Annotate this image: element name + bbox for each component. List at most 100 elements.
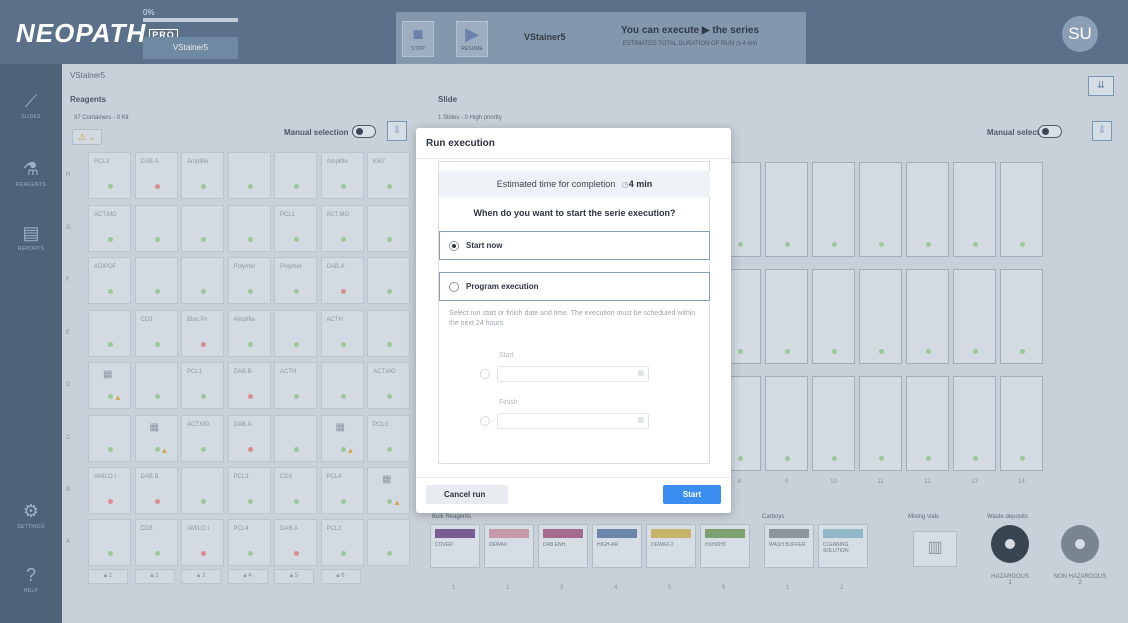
rack-lock[interactable]: 🔒︎ 1 [88, 569, 128, 584]
slide-slot[interactable] [859, 376, 902, 471]
reagent-slot[interactable] [181, 467, 224, 514]
slide-slot[interactable] [906, 376, 949, 471]
expand-button[interactable]: ⇊ [1088, 76, 1114, 96]
waste-container[interactable] [991, 525, 1029, 563]
reagent-slot[interactable]: ▦ ▲ [88, 362, 131, 409]
reagents-manual-toggle[interactable] [352, 125, 376, 138]
reagent-slot[interactable] [134, 362, 178, 409]
reagent-slot[interactable] [227, 152, 271, 199]
reagent-slot[interactable]: Amplifie [181, 152, 224, 199]
slide-slot[interactable] [906, 269, 949, 364]
slide-slot[interactable] [859, 162, 902, 257]
reagent-slot[interactable]: Bloc.Px [181, 310, 224, 357]
reagent-slot[interactable]: ACT.MG [88, 205, 131, 252]
slide-slot[interactable] [812, 162, 855, 257]
bulk-container[interactable]: DEWAX-2 [646, 524, 696, 568]
rack-lock[interactable]: 🔒︎ 4 [227, 569, 268, 584]
reagent-slot[interactable] [367, 257, 410, 304]
reagent-slot[interactable] [134, 257, 178, 304]
reagent-slot[interactable]: ACTH [274, 362, 317, 409]
rack-lock[interactable]: 🔒︎ 5 [274, 569, 314, 584]
slide-slot[interactable] [812, 269, 855, 364]
reagent-slot[interactable]: PCL3 [227, 467, 271, 514]
reagent-slot[interactable]: DAB.A [227, 415, 271, 462]
bulk-container[interactable]: DAB.ENH [538, 524, 588, 568]
reagent-slot[interactable] [88, 310, 131, 357]
reagent-slot[interactable]: CD3 [134, 310, 178, 357]
sidebar-item-reports[interactable]: ▤ REPORTS [0, 222, 62, 252]
reagent-slot[interactable]: Ki67 [367, 152, 410, 199]
reagent-slot[interactable]: DAB.B [134, 467, 178, 514]
reagent-slot[interactable]: PCL1 [274, 205, 317, 252]
reagent-slot[interactable]: ACTH [320, 310, 364, 357]
reagent-slot[interactable] [367, 519, 410, 566]
slide-slot[interactable] [765, 269, 808, 364]
slide-slot[interactable] [953, 269, 996, 364]
reagent-slot[interactable] [134, 205, 178, 252]
option-program-execution[interactable]: Program execution [439, 272, 710, 301]
reagent-slot[interactable]: ▦ ▲ [134, 415, 178, 462]
resume-button[interactable]: ▶ RESUME [456, 21, 488, 57]
cancel-run-button[interactable]: Cancel run [426, 485, 508, 504]
sidebar-item-slides[interactable]: ⟋ SLIDES [0, 90, 62, 120]
reagent-slot[interactable]: CD3 [274, 467, 317, 514]
reagent-slot[interactable]: PCL3 [88, 152, 131, 199]
reagent-slot[interactable] [227, 205, 271, 252]
reagent-slot[interactable] [181, 205, 224, 252]
mixing-vials[interactable]: ▥ [913, 531, 957, 567]
option-start-now[interactable]: Start now [439, 231, 710, 260]
reagent-slot[interactable]: PCL4 [320, 467, 364, 514]
bulk-container[interactable]: HXHDH3 [700, 524, 750, 568]
slide-slot[interactable] [765, 376, 808, 471]
reagent-slot[interactable]: AMILO.I [181, 519, 224, 566]
reagent-slot[interactable]: PCL1 [181, 362, 224, 409]
reagent-slot[interactable]: Amplifie [320, 152, 364, 199]
reagents-download-button[interactable]: ⇩ [387, 121, 407, 141]
reagent-slot[interactable]: ACT.MG [320, 205, 364, 252]
reagent-slot[interactable]: DAB.A [134, 152, 178, 199]
reagent-slot[interactable] [274, 152, 317, 199]
finish-datetime-input[interactable]: ▦ [497, 413, 649, 429]
slide-slot[interactable] [906, 162, 949, 257]
warning-filter[interactable]: ⚠ ⌄ [72, 129, 102, 145]
reagent-slot[interactable]: ▦ ▲ [367, 467, 410, 514]
start-button[interactable]: Start [663, 485, 721, 504]
slide-slot[interactable] [1000, 162, 1043, 257]
reagent-slot[interactable] [367, 205, 410, 252]
reagent-slot[interactable] [320, 362, 364, 409]
reagent-slot[interactable]: PCL4 [227, 519, 271, 566]
reagent-slot[interactable]: Amplifie [227, 310, 271, 357]
reagent-slot[interactable]: AMILO.I [88, 467, 131, 514]
reagent-slot[interactable]: ADIPOF [88, 257, 131, 304]
bulk-container[interactable]: HIGH-AR [592, 524, 642, 568]
sidebar-item-settings[interactable]: ⚙ SETTINGS [0, 500, 62, 530]
finish-radio[interactable] [480, 416, 490, 426]
rack-lock[interactable]: 🔒︎ 3 [181, 569, 221, 584]
bulk-container[interactable]: CLEANING SOLUTION [818, 524, 868, 568]
slide-slot[interactable] [765, 162, 808, 257]
slides-manual-toggle[interactable] [1038, 125, 1062, 138]
start-radio[interactable] [480, 369, 490, 379]
program-execution-radio[interactable] [449, 282, 459, 292]
reagent-slot[interactable] [367, 310, 410, 357]
reagent-slot[interactable] [181, 257, 224, 304]
slide-slot[interactable] [953, 376, 996, 471]
sidebar-item-reagents[interactable]: ⚗ REAGENTS [0, 158, 62, 188]
reagent-slot[interactable]: DAB.A [274, 519, 317, 566]
slide-slot[interactable] [859, 269, 902, 364]
slide-slot[interactable] [1000, 269, 1043, 364]
user-avatar[interactable]: SU [1062, 16, 1098, 52]
start-now-radio[interactable] [449, 241, 459, 251]
reagent-slot[interactable]: Polymer [227, 257, 271, 304]
reagent-slot[interactable]: PCL3 [367, 415, 410, 462]
reagent-slot[interactable]: ▦ ▲ [320, 415, 364, 462]
slide-slot[interactable] [812, 376, 855, 471]
reagent-slot[interactable] [274, 310, 317, 357]
reagent-slot[interactable] [274, 415, 317, 462]
bulk-container[interactable]: WASH BUFFER [764, 524, 814, 568]
reagent-slot[interactable] [88, 415, 131, 462]
stop-button[interactable]: ■ STOP [402, 21, 434, 57]
reagent-slot[interactable]: DAB.A [320, 257, 364, 304]
sidebar-item-help[interactable]: ? HELP [0, 564, 62, 594]
waste-container[interactable] [1061, 525, 1099, 563]
